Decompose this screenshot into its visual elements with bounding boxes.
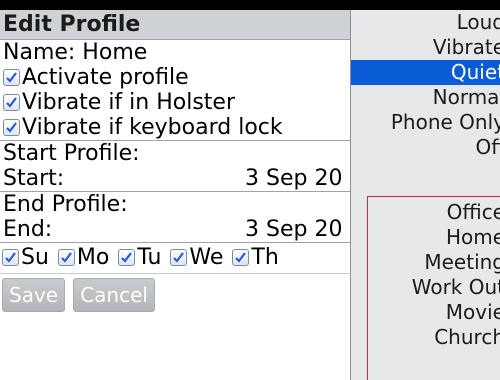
activate-profile-label: Activate profile xyxy=(22,65,189,90)
edit-profile-form: Edit Profile Name: Home Activate profile… xyxy=(0,10,352,380)
dropdown-item-church[interactable]: Church xyxy=(351,325,500,350)
end-field-row[interactable]: End: 3 Sep 20 xyxy=(0,217,352,242)
profile-dropdown: Loud Vibrate Quiet Normal Phone Only Off… xyxy=(350,10,500,380)
start-label: Start: xyxy=(3,166,65,191)
start-date-value[interactable]: 3 Sep 20 xyxy=(245,166,342,191)
start-profile-heading: Start Profile: xyxy=(0,140,352,166)
day-thursday-checkbox[interactable] xyxy=(232,249,250,266)
dropdown-item-vibrate[interactable]: Vibrate xyxy=(351,35,500,60)
day-sunday-label: Su xyxy=(21,245,49,270)
day-monday-checkbox[interactable] xyxy=(57,249,75,266)
dropdown-item-loud[interactable]: Loud xyxy=(351,10,500,35)
dropdown-item-quiet[interactable]: Quiet xyxy=(351,60,500,85)
day-sunday-checkbox[interactable] xyxy=(2,249,19,266)
day-thursday[interactable]: Th xyxy=(232,243,279,273)
vibrate-keyboard-lock-label: Vibrate if keyboard lock xyxy=(22,115,283,140)
vibrate-holster-checkbox-row[interactable]: Vibrate if in Holster xyxy=(0,90,352,115)
dropdown-item-off[interactable]: Off xyxy=(351,135,500,160)
dropdown-item-normal[interactable]: Normal xyxy=(351,85,500,110)
dropdown-item-office[interactable]: Office xyxy=(351,200,500,225)
activate-profile-checkbox-row[interactable]: Activate profile xyxy=(0,65,352,90)
save-button[interactable]: Save xyxy=(2,278,66,312)
end-label: End: xyxy=(3,217,53,242)
custom-profiles-list: Office Home Meeting Work Out Movie Churc… xyxy=(351,200,500,350)
weekday-checkboxes: Su Mo Tu We Th xyxy=(0,242,352,273)
day-wednesday[interactable]: We xyxy=(170,243,223,273)
vibrate-keyboard-lock-checkbox[interactable] xyxy=(3,119,20,136)
day-tuesday[interactable]: Tu xyxy=(118,243,161,273)
day-monday-label: Mo xyxy=(76,245,110,270)
dropdown-item-phone-only[interactable]: Phone Only xyxy=(351,110,500,135)
dropdown-item-movie[interactable]: Movie xyxy=(351,300,500,325)
start-field-row[interactable]: Start: 3 Sep 20 xyxy=(0,166,352,191)
end-date-value[interactable]: 3 Sep 20 xyxy=(245,217,342,242)
profile-name: Name: Home xyxy=(3,40,148,65)
vibrate-holster-label: Vibrate if in Holster xyxy=(22,90,236,115)
cancel-button[interactable]: Cancel xyxy=(73,278,155,312)
dropdown-item-home[interactable]: Home xyxy=(351,225,500,250)
dropdown-item-work-out[interactable]: Work Out xyxy=(351,275,500,300)
dropdown-item-meeting[interactable]: Meeting xyxy=(351,250,500,275)
day-wednesday-label: We xyxy=(189,245,224,270)
page-title: Edit Profile xyxy=(0,10,352,40)
screen: Edit Profile Name: Home Activate profile… xyxy=(0,0,500,380)
vibrate-holster-checkbox[interactable] xyxy=(3,94,20,111)
day-monday[interactable]: Mo xyxy=(57,243,110,273)
end-profile-heading: End Profile: xyxy=(0,191,352,217)
activate-profile-checkbox[interactable] xyxy=(3,69,20,86)
day-tuesday-label: Tu xyxy=(137,245,162,270)
day-sunday[interactable]: Su xyxy=(2,243,49,273)
form-buttons: Save Cancel xyxy=(0,273,352,313)
day-wednesday-checkbox[interactable] xyxy=(170,249,188,266)
vibrate-keyboard-lock-checkbox-row[interactable]: Vibrate if keyboard lock xyxy=(0,115,352,140)
day-thursday-label: Th xyxy=(251,245,279,270)
day-tuesday-checkbox[interactable] xyxy=(118,249,136,266)
